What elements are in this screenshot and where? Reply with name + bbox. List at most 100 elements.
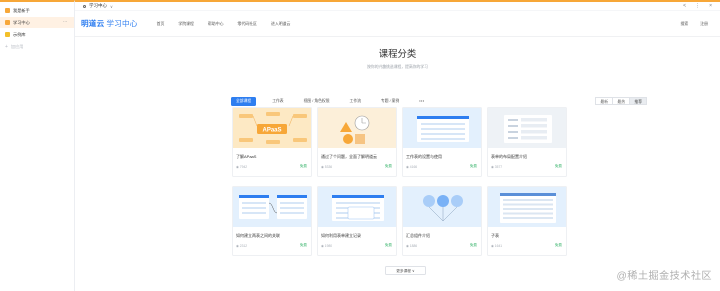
course-title: 表单的布局配置介绍 bbox=[491, 154, 527, 159]
nav-community[interactable]: 零代码社区 bbox=[237, 21, 256, 27]
course-card[interactable]: 汇总组件介绍 ◉ 1886 免费 bbox=[402, 186, 482, 256]
window-actions: < ⋮ × bbox=[683, 2, 712, 10]
window-title: 学习中心 bbox=[89, 3, 107, 8]
search-link[interactable]: 搜索 bbox=[680, 21, 688, 27]
app-icon bbox=[5, 20, 10, 25]
tab-topics[interactable]: 专题 / 案例 bbox=[377, 97, 403, 106]
tab-worksheet[interactable]: 工作表 bbox=[268, 97, 287, 106]
page-subtitle: 按你的兴趣挑选课程，提高你的学习 bbox=[367, 65, 428, 69]
view-count-value: 5336 bbox=[324, 165, 333, 169]
course-thumbnail-art bbox=[417, 116, 469, 142]
course-thumbnail: APaaS bbox=[233, 108, 311, 148]
nav-help[interactable]: 帮助中心 bbox=[208, 21, 224, 27]
price-badge: 免费 bbox=[384, 164, 392, 168]
apaas-badge-text: APaaS bbox=[262, 128, 281, 134]
course-thumbnail bbox=[318, 108, 396, 148]
course-thumbnail bbox=[318, 187, 396, 227]
load-more-button[interactable]: 更多课程 ∨ bbox=[385, 266, 426, 275]
nav-courses[interactable]: 学院课程 bbox=[178, 21, 194, 27]
app-globe-icon bbox=[83, 4, 86, 8]
top-nav: 首页 学院课程 帮助中心 零代码社区 进入明道云 bbox=[157, 21, 291, 27]
nav-enter-app[interactable]: 进入明道云 bbox=[271, 21, 290, 27]
sidebar-item-label: 我是新手 bbox=[13, 7, 30, 13]
view-count-value: 1980 bbox=[324, 244, 333, 248]
brand-name: 明道云 bbox=[81, 19, 105, 28]
header-actions: 搜索 注册 bbox=[680, 21, 708, 27]
tab-more[interactable]: ••• bbox=[415, 97, 428, 106]
course-card[interactable]: 工作表的设置与使用 ◉ 4166 免费 bbox=[402, 107, 482, 177]
sidebar-item-novice[interactable]: 我是新手 bbox=[0, 5, 74, 16]
course-card[interactable]: 子表 ◉ 1641 免费 bbox=[487, 186, 567, 256]
price-badge: 免费 bbox=[469, 164, 477, 168]
course-thumbnail-art bbox=[500, 193, 556, 223]
course-thumbnail-art bbox=[239, 195, 307, 219]
price-badge: 免费 bbox=[299, 243, 307, 247]
sort-hottest[interactable]: 最热 bbox=[612, 97, 630, 105]
sort-recommended[interactable]: 推荐 bbox=[629, 97, 647, 105]
view-count: ◉ 7942 bbox=[236, 165, 247, 169]
view-count-value: 3577 bbox=[494, 165, 503, 169]
course-grid: APaaS 了解APaaS ◉ 7942 免费 通过了个问题，全面了解明道云 ◉ 5336… bbox=[232, 107, 641, 256]
course-thumbnail-art bbox=[340, 115, 370, 144]
course-title: 汇总组件介绍 bbox=[406, 233, 430, 238]
course-thumbnail-art bbox=[332, 195, 384, 221]
register-link[interactable]: 注册 bbox=[700, 21, 708, 27]
view-count-value: 7942 bbox=[239, 165, 248, 169]
view-count: ◉ 2312 bbox=[236, 244, 247, 248]
course-title: 通过了个问题，全面了解明道云 bbox=[321, 154, 377, 159]
course-title: 工作表的设置与使用 bbox=[406, 154, 442, 159]
course-thumbnail bbox=[403, 187, 481, 227]
share-icon[interactable]: < bbox=[683, 2, 686, 10]
tab-all[interactable]: 全部课程 bbox=[231, 97, 257, 106]
chevron-down-icon: ∨ bbox=[110, 3, 113, 9]
more-icon[interactable]: ⋮ bbox=[695, 2, 700, 10]
sort-newest[interactable]: 最新 bbox=[595, 97, 613, 105]
view-count-value: 1641 bbox=[494, 244, 503, 248]
view-count: ◉ 5336 bbox=[321, 165, 332, 169]
brand-sub: 学习中心 bbox=[106, 19, 138, 28]
view-count-value: 4166 bbox=[409, 165, 418, 169]
site-header: 明道云 学习中心 首页 学院课程 帮助中心 零代码社区 进入明道云 搜索 注册 bbox=[75, 11, 720, 37]
course-thumbnail-art: APaaS bbox=[239, 112, 307, 144]
course-thumbnail bbox=[488, 187, 566, 227]
window-topbar: 学习中心 ∨ < ⋮ × bbox=[75, 0, 720, 10]
sidebar-item-label: 示例库 bbox=[13, 31, 26, 37]
add-app-label: 加应用 bbox=[10, 43, 24, 49]
brand-logo[interactable]: 明道云 学习中心 bbox=[81, 18, 138, 29]
view-count: ◉ 4166 bbox=[406, 165, 417, 169]
watermark-text: @稀土掘金技术社区 bbox=[616, 271, 712, 282]
course-title: 如何建立两表之间的关联 bbox=[236, 233, 280, 238]
close-icon[interactable]: × bbox=[709, 2, 712, 10]
price-badge: 免费 bbox=[554, 243, 562, 247]
course-card[interactable]: 如何建立两表之间的关联 ◉ 2312 免费 bbox=[232, 186, 312, 256]
view-count: ◉ 3577 bbox=[491, 165, 502, 169]
sidebar-item-examples[interactable]: 示例库 bbox=[0, 29, 74, 40]
sidebar-item-label: 学习中心 bbox=[13, 19, 30, 25]
add-app-button[interactable]: + 加应用 bbox=[0, 41, 74, 52]
app-icon bbox=[5, 32, 10, 37]
more-icon[interactable]: ··· bbox=[63, 19, 67, 25]
app-sidebar: 我是新手 学习中心 ··· 示例库 + 加应用 bbox=[0, 0, 75, 291]
course-card[interactable]: 通过了个问题，全面了解明道云 ◉ 5336 免费 bbox=[317, 107, 397, 177]
course-thumbnail bbox=[488, 108, 566, 148]
course-thumbnail bbox=[233, 187, 311, 227]
course-thumbnail-art bbox=[423, 195, 463, 222]
nav-home[interactable]: 首页 bbox=[157, 21, 165, 27]
price-badge: 免费 bbox=[469, 243, 477, 247]
view-count: ◉ 1886 bbox=[406, 244, 417, 248]
tab-workflow[interactable]: 工作流 bbox=[346, 97, 365, 106]
sidebar-item-learning-center[interactable]: 学习中心 ··· bbox=[0, 17, 74, 28]
course-card[interactable]: 如何利用表单建立记录 ◉ 1980 免费 bbox=[317, 186, 397, 256]
course-title: 子表 bbox=[491, 233, 499, 238]
page-title: 课程分类 bbox=[378, 48, 417, 59]
price-badge: 免费 bbox=[299, 164, 307, 168]
course-title: 了解APaaS bbox=[236, 154, 257, 159]
tab-view-roles[interactable]: 视图 / 角色权限 bbox=[300, 97, 334, 106]
course-card[interactable]: 表单的布局配置介绍 ◉ 3577 免费 bbox=[487, 107, 567, 177]
view-count: ◉ 1980 bbox=[321, 244, 332, 248]
course-title: 如何利用表单建立记录 bbox=[321, 233, 361, 238]
window-title-group[interactable]: 学习中心 ∨ bbox=[83, 3, 113, 9]
course-card[interactable]: APaaS 了解APaaS ◉ 7942 免费 bbox=[232, 107, 312, 177]
price-badge: 免费 bbox=[384, 243, 392, 247]
view-count: ◉ 1641 bbox=[491, 244, 502, 248]
